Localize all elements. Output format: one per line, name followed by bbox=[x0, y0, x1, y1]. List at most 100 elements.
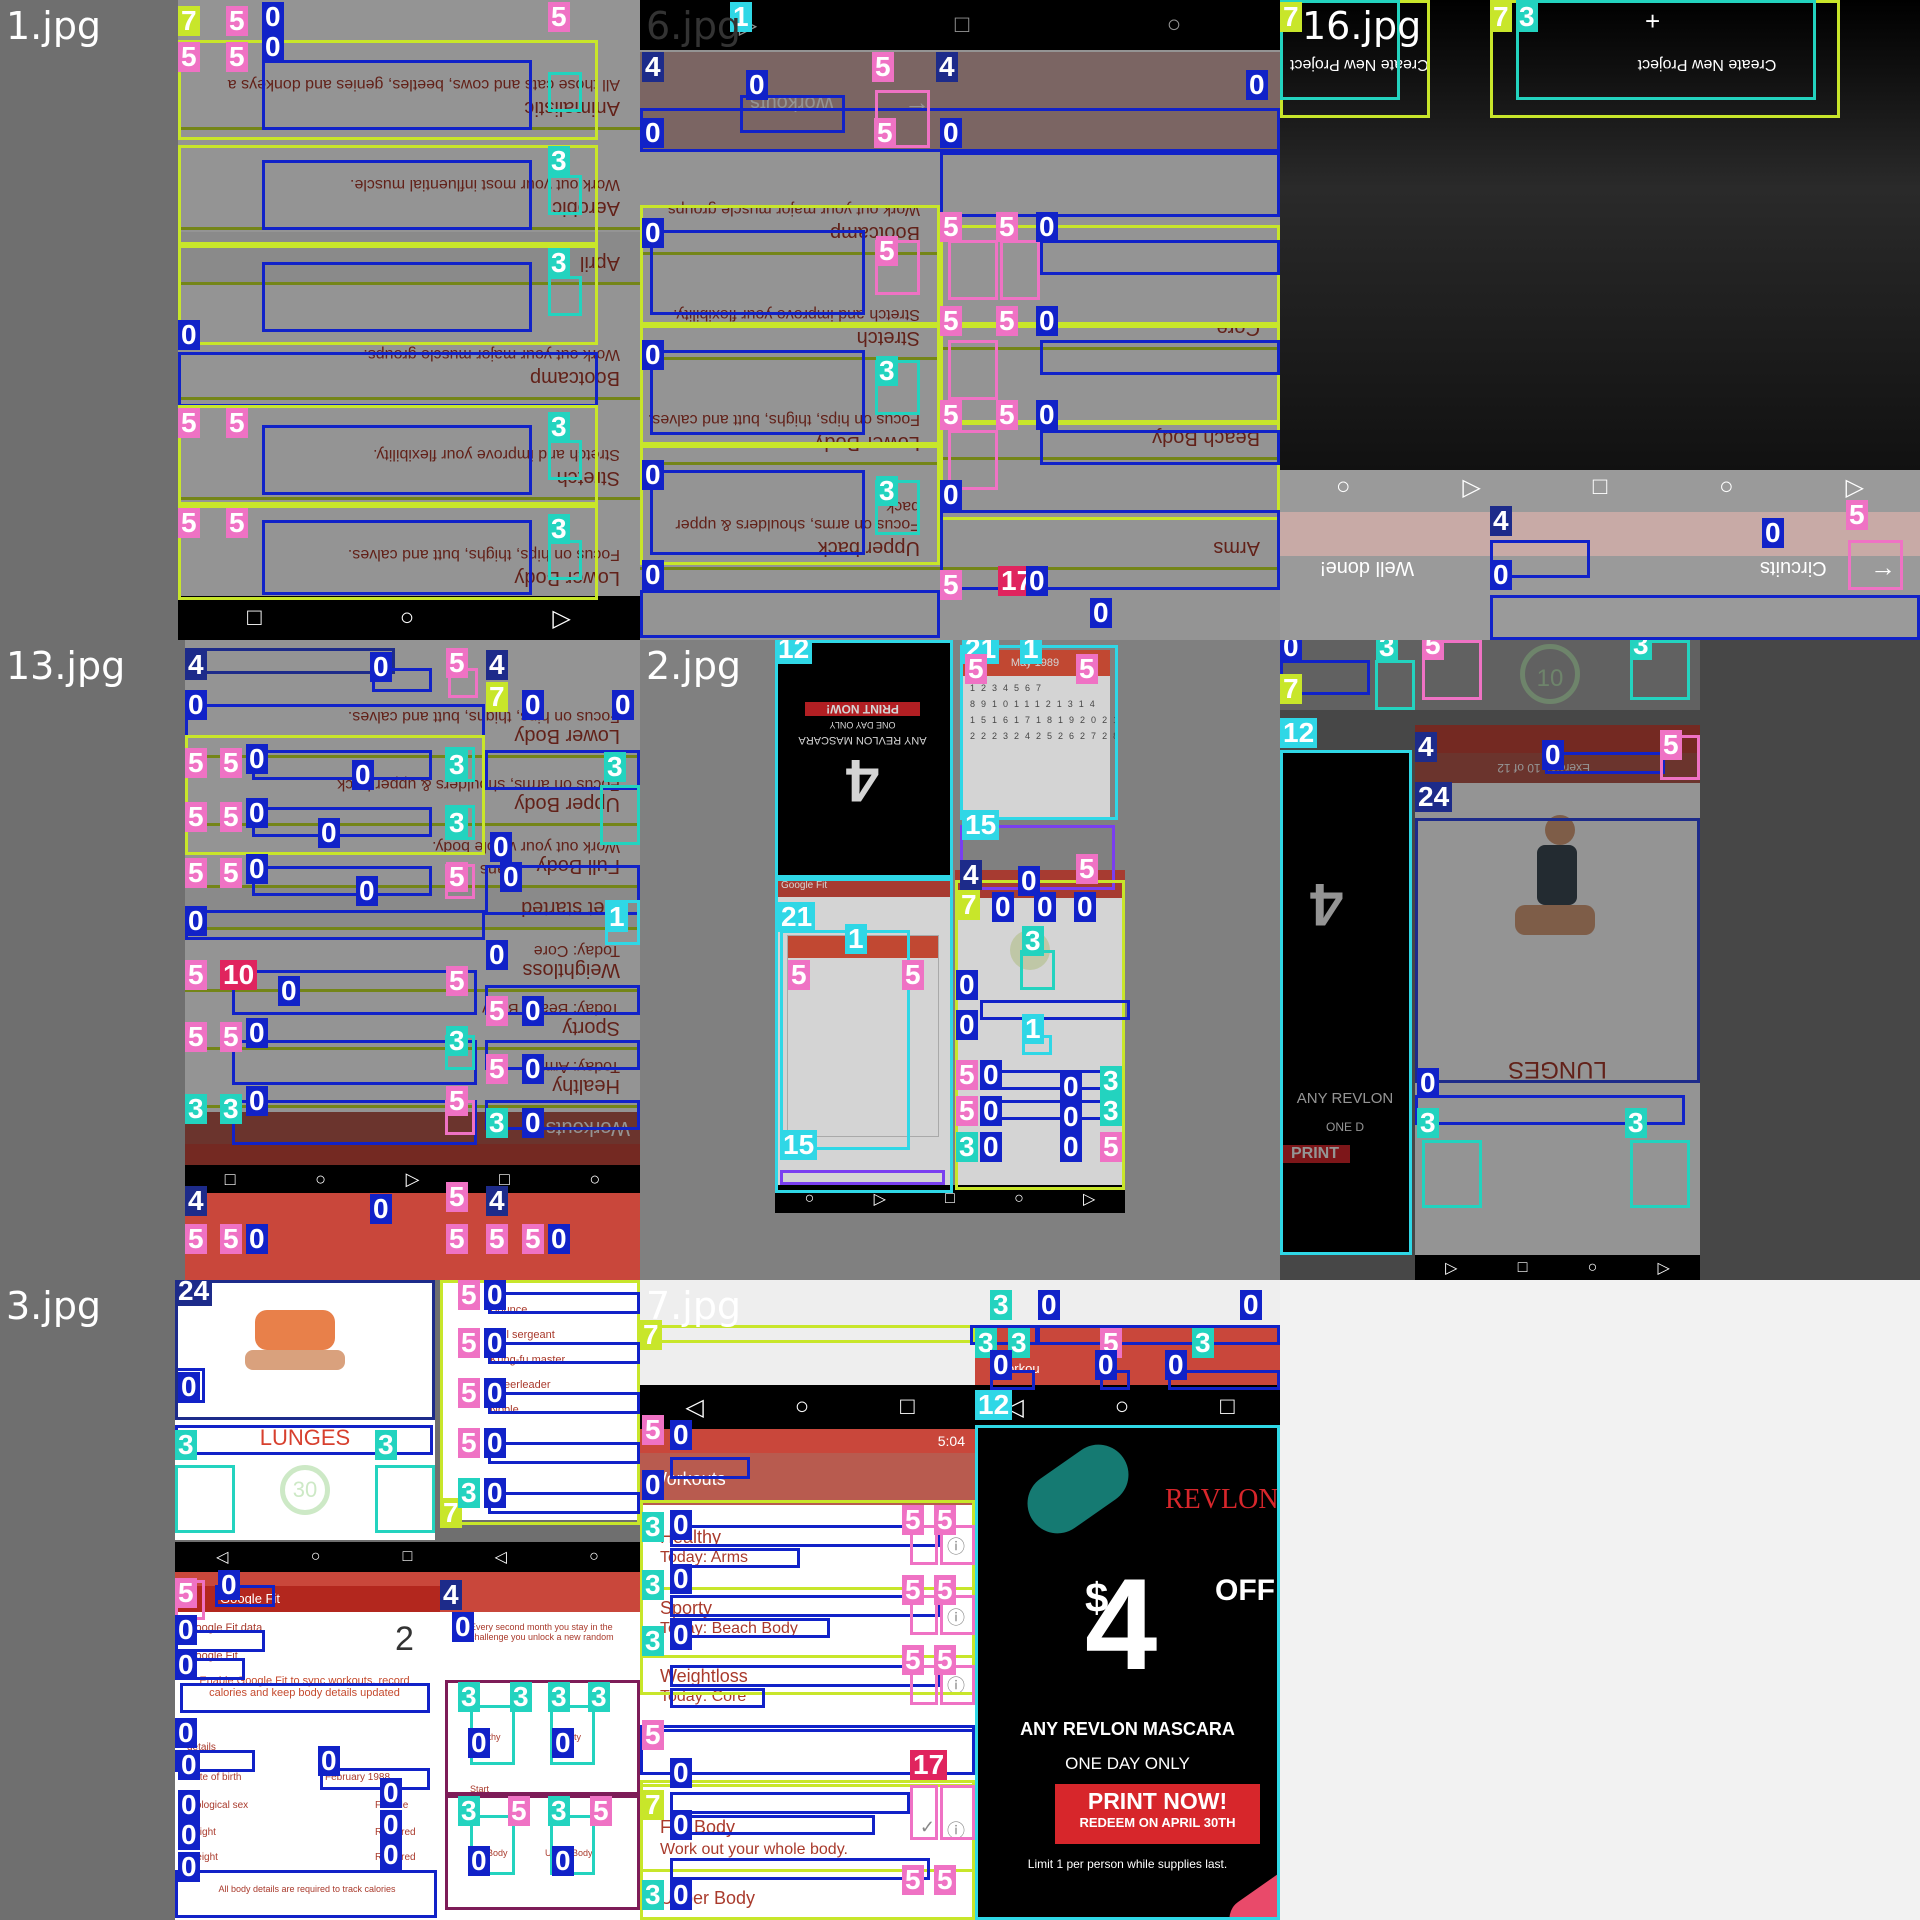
home-icon[interactable]: ○ bbox=[315, 1169, 326, 1190]
recents-icon[interactable]: □ bbox=[1593, 473, 1608, 501]
info-icon[interactable]: ⓘ bbox=[947, 1817, 965, 1843]
annotation-label: 0 bbox=[612, 690, 634, 720]
annotation-label: 3 bbox=[876, 476, 898, 506]
annotation-label: 0 bbox=[452, 1612, 474, 1642]
tile-6: 6.jpg ▷□○ Workouts → Upper backFocus on … bbox=[640, 0, 1280, 640]
back-icon[interactable]: ▷ bbox=[874, 1189, 886, 1209]
trainer-title[interactable]: Kung-fu master bbox=[490, 1348, 640, 1373]
app-bar: Workouts bbox=[640, 1453, 975, 1505]
annotation-label: 0 bbox=[218, 1570, 240, 1600]
home-icon[interactable]: ○ bbox=[589, 1548, 599, 1566]
revlon-ad[interactable]: REVLON $ 4 OFF ANY REVLON MASCARA ONE DA… bbox=[975, 1429, 1280, 1920]
annotation-label: 3 bbox=[1022, 926, 1044, 956]
annotation-label: 5 bbox=[934, 1575, 956, 1605]
home-icon[interactable]: ○ bbox=[589, 1169, 600, 1190]
dim-overlay bbox=[640, 640, 1280, 1280]
annotation-label: 0 bbox=[670, 1564, 692, 1594]
annotation-label: 0 bbox=[318, 818, 340, 848]
info-icon[interactable]: ⓘ bbox=[947, 1604, 965, 1630]
tile-caption: 2.jpg bbox=[646, 644, 742, 688]
annotation-label: 5 bbox=[486, 1224, 508, 1254]
tile-1: 1.jpg Lower Body Focus on hips, thighs, b… bbox=[0, 0, 640, 640]
annotation-label: 0 bbox=[1060, 1072, 1082, 1102]
annotation-label: 0 bbox=[522, 690, 544, 720]
forward-arrow-icon[interactable]: → bbox=[1870, 552, 1896, 583]
trainer-title[interactable]: Bounce bbox=[490, 1298, 640, 1323]
annotation-label: 5 bbox=[956, 1060, 978, 1090]
annotation-label: 3 bbox=[548, 146, 570, 176]
app-bar bbox=[1280, 512, 1920, 556]
home-icon[interactable]: ○ bbox=[1115, 1393, 1130, 1421]
back-icon[interactable]: ◁ bbox=[495, 1547, 507, 1567]
trainer-title[interactable]: Noble bbox=[490, 1398, 640, 1423]
ad-print-button[interactable]: PRINT NOW! REDEEM ON APRIL 30TH bbox=[1055, 1784, 1260, 1844]
nav-bar: ▷ □ ○ ▷ bbox=[1415, 1255, 1700, 1280]
trainer-title[interactable]: Drill sergeant bbox=[490, 1323, 640, 1348]
home-icon[interactable]: ○ bbox=[400, 604, 415, 632]
home-icon[interactable]: ○ bbox=[795, 1393, 810, 1421]
recents-icon[interactable]: □ bbox=[1518, 1259, 1528, 1277]
annotation-label: 3 bbox=[642, 1880, 664, 1910]
back-icon[interactable]: ◁ bbox=[685, 1393, 703, 1422]
annotation-label: 0 bbox=[500, 862, 522, 892]
check-icon[interactable]: ✓ bbox=[920, 1817, 935, 1838]
workouts-screen: 5:04 Workouts HealthyToday: Armsⓘ Sporty… bbox=[640, 1429, 975, 1920]
annotation-label: 3 bbox=[1100, 1066, 1122, 1096]
plan-label[interactable]: Start bbox=[470, 1784, 489, 1794]
back-icon[interactable]: ▷ bbox=[1083, 1189, 1095, 1209]
tile-caption: 16.jpg bbox=[1302, 4, 1422, 48]
mascara-image bbox=[1015, 1432, 1141, 1546]
annotation-label: 5 bbox=[1422, 640, 1444, 660]
recents-icon[interactable]: □ bbox=[225, 1169, 236, 1190]
annotation-label: 5 bbox=[934, 1505, 956, 1535]
annotation-label: 5 bbox=[446, 862, 468, 892]
back-icon[interactable]: ▷ bbox=[1658, 1258, 1670, 1278]
annotation-label: 0 bbox=[670, 1880, 692, 1910]
back-icon[interactable]: ▷ bbox=[406, 1169, 420, 1190]
back-icon[interactable]: ▷ bbox=[1846, 473, 1864, 502]
plus-icon[interactable]: + bbox=[1645, 6, 1660, 37]
annotation-label: 3 bbox=[1516, 2, 1538, 32]
home-icon[interactable]: ○ bbox=[1014, 1190, 1024, 1208]
info-icon[interactable]: ⓘ bbox=[947, 1672, 965, 1698]
recents-icon[interactable]: □ bbox=[247, 604, 262, 632]
annotation-label: 0 bbox=[522, 996, 544, 1026]
annotation-label: 0 bbox=[980, 1096, 1002, 1126]
back-icon[interactable]: ▷ bbox=[1462, 473, 1480, 502]
recents-icon[interactable]: □ bbox=[900, 1393, 915, 1421]
back-icon[interactable]: ▷ bbox=[552, 604, 570, 633]
trainer-title[interactable]: Cheerleader bbox=[490, 1373, 640, 1398]
home-icon[interactable]: ○ bbox=[1588, 1259, 1598, 1277]
annotation-label: 5 bbox=[178, 42, 200, 72]
create-project-button[interactable]: Create New Project bbox=[1542, 55, 1872, 73]
annotation-label: 3 bbox=[175, 1430, 197, 1460]
home-icon[interactable]: ○ bbox=[311, 1548, 321, 1566]
annotation-label: 5 bbox=[446, 1224, 468, 1254]
row-subtitle: Today: Core bbox=[660, 1688, 747, 1705]
recents-icon[interactable]: □ bbox=[1220, 1393, 1235, 1421]
annotation-label: 5 bbox=[486, 996, 508, 1026]
annotation-label: 0 bbox=[318, 1746, 340, 1776]
annotation-label: 1 bbox=[606, 902, 628, 932]
home-icon[interactable]: ○ bbox=[1336, 473, 1351, 501]
back-icon[interactable]: ▷ bbox=[1445, 1258, 1457, 1278]
annotation-label: 5 bbox=[1076, 854, 1098, 884]
annotation-label: 5 bbox=[226, 6, 248, 36]
annotation-label: 3 bbox=[642, 1512, 664, 1542]
list-item[interactable]: Weightloss Today: Core ⓘ bbox=[640, 1655, 975, 1722]
annotation-label: 5 bbox=[902, 1575, 924, 1605]
annotation-label: 5 bbox=[940, 212, 962, 242]
annotation-label: 1 bbox=[1022, 1014, 1044, 1044]
home-icon[interactable]: ○ bbox=[1719, 473, 1734, 501]
info-icon[interactable]: ⓘ bbox=[947, 1533, 965, 1559]
annotation-label: 5 bbox=[956, 1096, 978, 1126]
back-icon[interactable]: ◁ bbox=[216, 1547, 228, 1567]
recents-icon[interactable]: □ bbox=[945, 1190, 955, 1208]
annotation-label: 0 bbox=[1490, 560, 1512, 590]
annotation-label: 24 bbox=[175, 1280, 213, 1306]
row-title: Weightloss bbox=[660, 1666, 748, 1686]
annotation-label: 0 bbox=[178, 1820, 200, 1850]
annotation-label: 1 bbox=[1020, 640, 1042, 664]
recents-icon[interactable]: □ bbox=[403, 1548, 413, 1566]
home-icon[interactable]: ○ bbox=[805, 1190, 815, 1208]
